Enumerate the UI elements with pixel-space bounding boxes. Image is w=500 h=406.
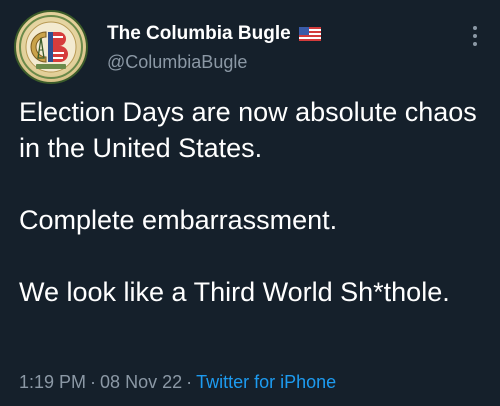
tweet-card: The Columbia Bugle @ColumbiaBugle Electi… [0, 0, 500, 406]
tweet-header: The Columbia Bugle @ColumbiaBugle [107, 22, 321, 74]
tweet-meta: 1:19 PM · 08 Nov 22 · Twitter for iPhone [19, 371, 336, 393]
tweet-paragraph: Complete embarrassment. [19, 205, 338, 235]
tweet-text: Election Days are now absolute chaos in … [19, 94, 489, 310]
handle[interactable]: @ColumbiaBugle [107, 50, 321, 74]
meta-separator: · [186, 372, 193, 392]
columbia-bugle-logo-icon [19, 15, 83, 79]
more-options-icon[interactable] [472, 26, 478, 48]
us-flag-icon [298, 27, 321, 41]
tweet-paragraph: Election Days are now absolute chaos in … [19, 97, 477, 163]
tweet-source-link[interactable]: Twitter for iPhone [196, 372, 336, 392]
display-name-row: The Columbia Bugle [107, 22, 321, 46]
meta-separator: · [90, 372, 97, 392]
tweet-date[interactable]: 08 Nov 22 [100, 372, 182, 392]
display-name[interactable]: The Columbia Bugle [107, 22, 291, 46]
tweet-time[interactable]: 1:19 PM [19, 372, 86, 392]
tweet-paragraph: We look like a Third World Sh*thole. [19, 277, 450, 307]
avatar[interactable] [14, 10, 88, 84]
